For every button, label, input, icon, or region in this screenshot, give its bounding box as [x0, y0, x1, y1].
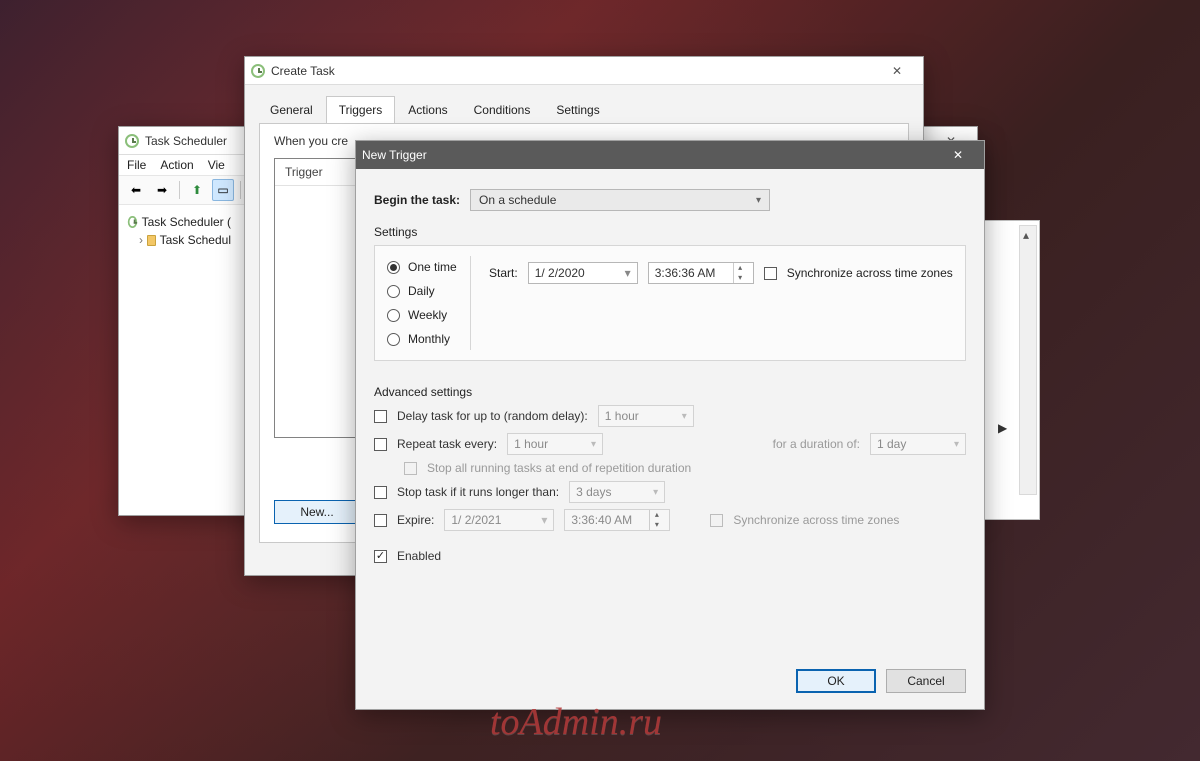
- enabled-checkbox[interactable]: [374, 550, 387, 563]
- tab-actions[interactable]: Actions: [395, 96, 460, 124]
- advanced-settings: Delay task for up to (random delay): 1 h…: [374, 405, 966, 563]
- delay-combo[interactable]: 1 hour▾: [598, 405, 694, 427]
- stop-if-combo[interactable]: 3 days▾: [569, 481, 665, 503]
- task-scheduler-title: Task Scheduler: [145, 134, 227, 148]
- toolbar-separator: [179, 181, 180, 199]
- repeat-label: Repeat task every:: [397, 437, 497, 451]
- show-hide-button[interactable]: ▭: [212, 179, 234, 201]
- new-trigger-dialog: New Trigger ✕ Begin the task: On a sched…: [355, 140, 985, 710]
- clock-icon: [128, 216, 137, 228]
- radio-monthly[interactable]: Monthly: [387, 332, 470, 346]
- stop-if-checkbox[interactable]: [374, 486, 387, 499]
- close-button[interactable]: ✕: [938, 141, 978, 169]
- start-date-picker[interactable]: 1/ 2/2020 ▾: [528, 262, 638, 284]
- menu-view[interactable]: Vie: [208, 158, 225, 172]
- scrollbar[interactable]: ▴: [1019, 225, 1037, 495]
- chevron-down-icon: ▾: [756, 195, 761, 206]
- duration-label: for a duration of:: [773, 437, 860, 451]
- clock-icon: [251, 64, 265, 78]
- calendar-dropdown-icon: ▾: [625, 266, 631, 280]
- tree-library[interactable]: › Task Schedul: [123, 231, 235, 249]
- stop-all-checkbox: [404, 462, 417, 475]
- repeat-combo[interactable]: 1 hour▾: [507, 433, 603, 455]
- sync-tz-checkbox[interactable]: [764, 267, 777, 280]
- calendar-dropdown-icon: ▾: [541, 513, 547, 527]
- toolbar-separator: [240, 181, 241, 199]
- chevron-down-icon: ▾: [682, 411, 687, 422]
- repeat-checkbox[interactable]: [374, 438, 387, 451]
- settings-label: Settings: [374, 225, 966, 239]
- advanced-label: Advanced settings: [374, 385, 966, 399]
- duration-combo[interactable]: 1 day▾: [870, 433, 966, 455]
- spinner-icon[interactable]: ▴▾: [733, 263, 747, 283]
- expire-date-picker[interactable]: 1/ 2/2021 ▾: [444, 509, 554, 531]
- begin-task-combo[interactable]: On a schedule ▾: [470, 189, 770, 211]
- delay-label: Delay task for up to (random delay):: [397, 409, 588, 423]
- start-time-picker[interactable]: 3:36:36 AM ▴▾: [648, 262, 754, 284]
- menu-action[interactable]: Action: [160, 158, 193, 172]
- scroll-up-icon[interactable]: ▴: [1023, 228, 1029, 242]
- chevron-down-icon: ▾: [954, 439, 959, 450]
- tab-triggers[interactable]: Triggers: [326, 96, 396, 124]
- radio-weekly[interactable]: Weekly: [387, 308, 470, 322]
- clock-icon: [125, 134, 139, 148]
- radio-icon: [387, 309, 400, 322]
- radio-icon: [387, 333, 400, 346]
- expire-label: Expire:: [397, 513, 434, 527]
- tree-pane: Task Scheduler ( › Task Schedul: [123, 213, 235, 249]
- up-button[interactable]: ⬆: [186, 179, 208, 201]
- new-trigger-button[interactable]: New...: [274, 500, 360, 524]
- schedule-group: One time Daily Weekly Monthly Start: 1/ …: [374, 245, 966, 361]
- stop-all-label: Stop all running tasks at end of repetit…: [427, 461, 691, 475]
- close-button[interactable]: ✕: [877, 57, 917, 85]
- start-label: Start:: [489, 266, 518, 280]
- tab-settings[interactable]: Settings: [543, 96, 612, 124]
- cancel-button[interactable]: Cancel: [886, 669, 966, 693]
- back-button[interactable]: ⬅: [125, 179, 147, 201]
- ok-button[interactable]: OK: [796, 669, 876, 693]
- create-task-title: Create Task: [271, 64, 335, 78]
- spinner-icon[interactable]: ▴▾: [649, 510, 663, 530]
- new-trigger-title: New Trigger: [362, 148, 427, 162]
- radio-daily[interactable]: Daily: [387, 284, 470, 298]
- forward-button[interactable]: ➡: [151, 179, 173, 201]
- create-task-titlebar[interactable]: Create Task ✕: [245, 57, 923, 85]
- expire-time-picker[interactable]: 3:36:40 AM ▴▾: [564, 509, 670, 531]
- sync-tz2-label: Synchronize across time zones: [733, 513, 899, 527]
- tab-strip: General Triggers Actions Conditions Sett…: [245, 85, 923, 123]
- sync-tz-label: Synchronize across time zones: [787, 266, 953, 280]
- tree-root[interactable]: Task Scheduler (: [123, 213, 235, 231]
- begin-task-label: Begin the task:: [374, 193, 460, 207]
- sync-tz2-checkbox: [710, 514, 723, 527]
- stop-if-label: Stop task if it runs longer than:: [397, 485, 559, 499]
- expand-icon[interactable]: ›: [139, 233, 143, 247]
- frequency-radios: One time Daily Weekly Monthly: [385, 256, 471, 350]
- chevron-down-icon: ▾: [591, 439, 596, 450]
- radio-one-time[interactable]: One time: [387, 260, 470, 274]
- folder-icon: [147, 235, 156, 246]
- menu-file[interactable]: File: [127, 158, 146, 172]
- tab-general[interactable]: General: [257, 96, 326, 124]
- radio-icon: [387, 285, 400, 298]
- expire-checkbox[interactable]: [374, 514, 387, 527]
- chevron-down-icon: ▾: [653, 487, 658, 498]
- new-trigger-titlebar[interactable]: New Trigger ✕: [356, 141, 984, 169]
- delay-checkbox[interactable]: [374, 410, 387, 423]
- enabled-label: Enabled: [397, 549, 441, 563]
- radio-icon: [387, 261, 400, 274]
- expand-arrow-icon[interactable]: ▶: [998, 421, 1007, 435]
- tab-conditions[interactable]: Conditions: [461, 96, 544, 124]
